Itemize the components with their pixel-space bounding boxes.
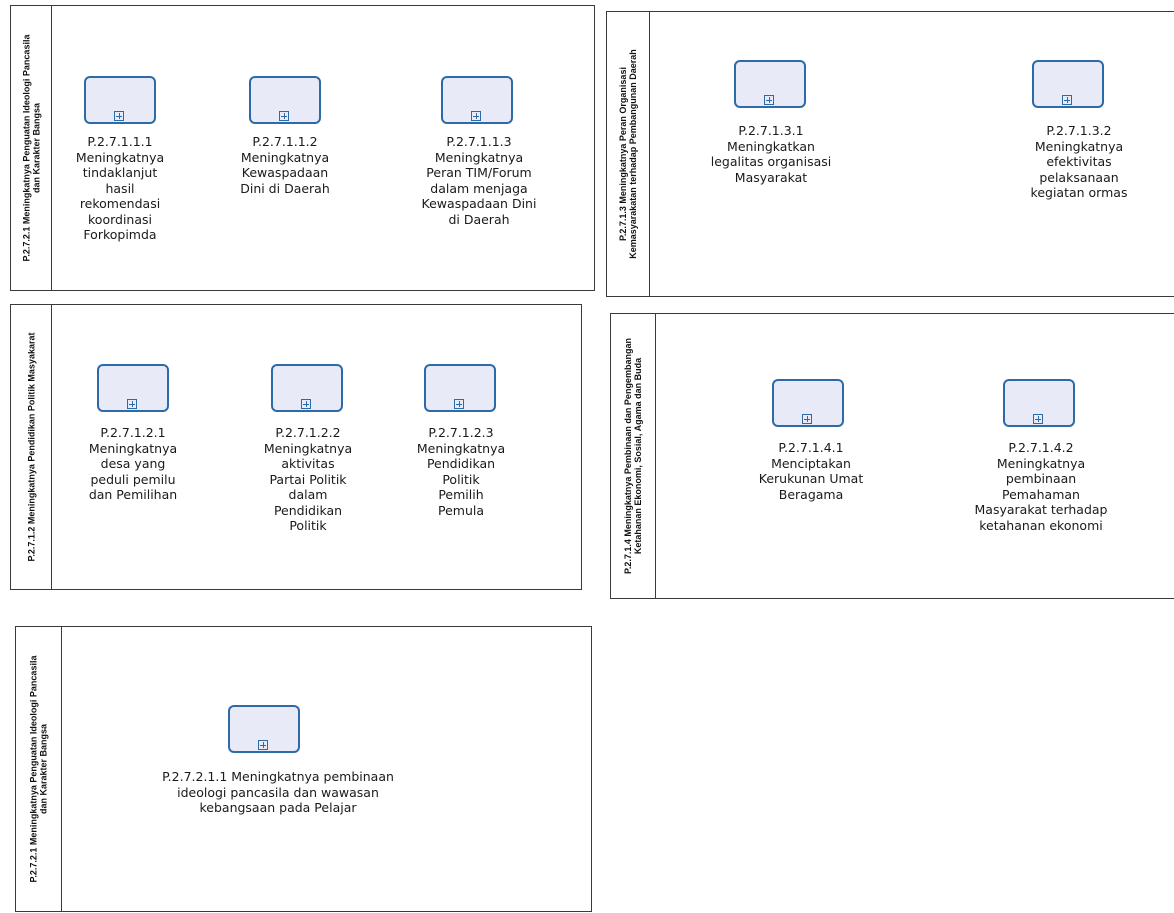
lane-header: P.2.7.1.3 Meningkatnya Peran Organisasi … <box>607 12 650 296</box>
subprocess-task[interactable] <box>271 364 343 412</box>
subprocess-task[interactable] <box>772 379 844 427</box>
lane-header: P.2.7.1.4 Meningkatnya Pembinaan dan Pen… <box>611 314 656 598</box>
expand-plus-icon[interactable] <box>301 399 311 409</box>
task-label: P.2.7.2.1.1 Meningkatnya pembinaan ideol… <box>162 769 394 815</box>
task-label: P.2.7.1.3.2 Meningkatnya efektivitas pel… <box>1030 123 1128 200</box>
subprocess-task[interactable] <box>1003 379 1075 427</box>
subprocess-task[interactable] <box>97 364 169 412</box>
lane-header: P.2.7.2.1 Meningkatnya Penguatan Ideolog… <box>16 627 62 911</box>
expand-plus-icon[interactable] <box>1033 414 1043 424</box>
task-label: P.2.7.1.2.1 Meningkatnya desa yang pedul… <box>88 425 178 502</box>
expand-plus-icon[interactable] <box>764 95 774 105</box>
task-label: P.2.7.1.4.1 Menciptakan Kerukunan Umat B… <box>758 440 864 502</box>
task-label: P.2.7.1.1.1 Meningkatnya tindaklanjut ha… <box>75 134 165 242</box>
expand-plus-icon[interactable] <box>471 111 481 121</box>
expand-plus-icon[interactable] <box>114 111 124 121</box>
lane-title: P.2.7.1.4 Meningkatnya Pembinaan dan Pen… <box>623 338 644 574</box>
subprocess-task[interactable] <box>441 76 513 124</box>
expand-plus-icon[interactable] <box>802 414 812 424</box>
lane-header: P.2.7.2.1 Meningkatnya Penguatan Ideolog… <box>11 6 52 290</box>
subprocess-task[interactable] <box>249 76 321 124</box>
expand-plus-icon[interactable] <box>1062 95 1072 105</box>
subprocess-task[interactable] <box>84 76 156 124</box>
subprocess-task[interactable] <box>228 705 300 753</box>
task-label: P.2.7.1.1.3 Meningkatnya Peran TIM/Forum… <box>421 134 537 227</box>
lane-header: P.2.7.1.2 Meningkatnya Pendidikan Politi… <box>11 305 52 589</box>
task-label: P.2.7.1.1.2 Meningkatnya Kewaspadaan Din… <box>240 134 330 196</box>
expand-plus-icon[interactable] <box>258 740 268 750</box>
lane-title: P.2.7.2.1 Meningkatnya Penguatan Ideolog… <box>28 655 49 883</box>
expand-plus-icon[interactable] <box>279 111 289 121</box>
lane-title: P.2.7.1.2 Meningkatnya Pendidikan Politi… <box>26 332 36 562</box>
lane-title: P.2.7.2.1 Meningkatnya Penguatan Ideolog… <box>21 34 42 262</box>
task-label: P.2.7.1.4.2 Meningkatnya pembinaan Pemah… <box>974 440 1108 533</box>
lane-title: P.2.7.1.3 Meningkatnya Peran Organisasi … <box>618 49 638 259</box>
subprocess-task[interactable] <box>424 364 496 412</box>
expand-plus-icon[interactable] <box>454 399 464 409</box>
task-label: P.2.7.1.3.1 Meningkatkan legalitas organ… <box>710 123 832 185</box>
subprocess-task[interactable] <box>734 60 806 108</box>
expand-plus-icon[interactable] <box>127 399 137 409</box>
task-label: P.2.7.1.2.2 Meningkatnya aktivitas Parta… <box>263 425 353 533</box>
subprocess-task[interactable] <box>1032 60 1104 108</box>
task-label: P.2.7.1.2.3 Meningkatnya Pendidikan Poli… <box>416 425 506 518</box>
